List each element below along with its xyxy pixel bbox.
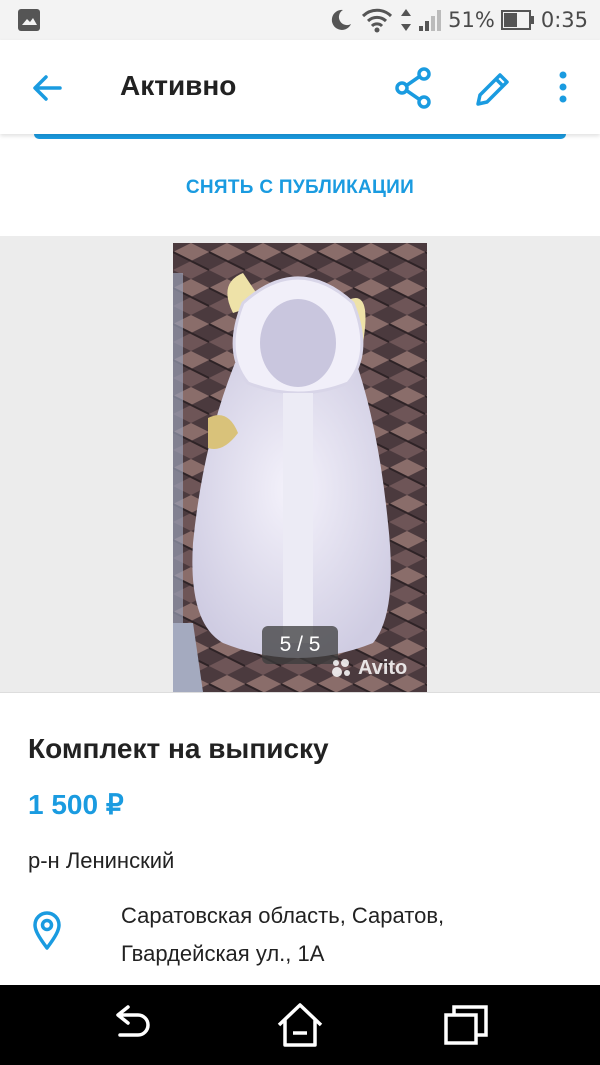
listing-price: 1 500 ₽ — [28, 789, 124, 820]
listing-title: Комплект на выписку — [28, 733, 329, 764]
avito-watermark: Avito — [330, 656, 407, 680]
nav-home-icon — [277, 1003, 323, 1047]
status-right: 51% 0:35 — [328, 0, 588, 40]
signal-icon — [419, 10, 442, 31]
listing-photo[interactable] — [173, 243, 427, 692]
divider — [0, 692, 600, 693]
wifi-icon — [362, 8, 393, 33]
avito-logo-icon — [332, 659, 350, 677]
system-nav-bar — [0, 985, 600, 1065]
share-button[interactable] — [394, 66, 434, 110]
back-button[interactable] — [28, 68, 68, 108]
arrow-left-icon — [33, 75, 62, 101]
pencil-icon — [476, 73, 509, 106]
clock: 0:35 — [540, 8, 588, 32]
page-title: Активно — [120, 70, 237, 101]
app-bar: Активно — [0, 40, 600, 134]
more-vertical-icon — [559, 71, 567, 103]
photo-gallery[interactable]: 5 / 5 Avito — [0, 236, 600, 692]
nav-recents-button[interactable] — [442, 1001, 492, 1049]
address-line-2[interactable]: Гвардейская ул., 1А — [121, 941, 324, 967]
unpublish-button[interactable]: СНЯТЬ С ПУБЛИКАЦИИ — [0, 160, 600, 216]
nav-home-button[interactable] — [275, 1001, 325, 1049]
gallery-notification-icon — [18, 9, 40, 31]
nav-back-button[interactable] — [108, 1001, 158, 1049]
share-icon — [395, 67, 431, 109]
baby-envelope-photo — [173, 243, 427, 692]
more-button[interactable] — [550, 68, 576, 108]
nav-back-icon — [116, 1005, 150, 1037]
moon-icon — [332, 9, 352, 30]
nav-recents-icon — [444, 1005, 488, 1045]
photo-counter: 5 / 5 — [262, 626, 338, 664]
screen: 51% 0:35 Активно СНЯТЬ С ПУБЛИКАЦИИ 5 / … — [0, 0, 600, 1065]
status-bar: 51% 0:35 — [0, 0, 600, 40]
edit-button[interactable] — [472, 66, 512, 110]
listing-district: р-н Ленинский — [28, 848, 175, 873]
data-arrows-icon — [401, 9, 412, 31]
location-pin-icon — [32, 911, 62, 951]
address-line-1[interactable]: Саратовская область, Саратов, — [121, 903, 444, 929]
battery-icon — [500, 10, 534, 30]
battery-percent: 51% — [448, 8, 495, 32]
watermark-text: Avito — [358, 656, 408, 679]
